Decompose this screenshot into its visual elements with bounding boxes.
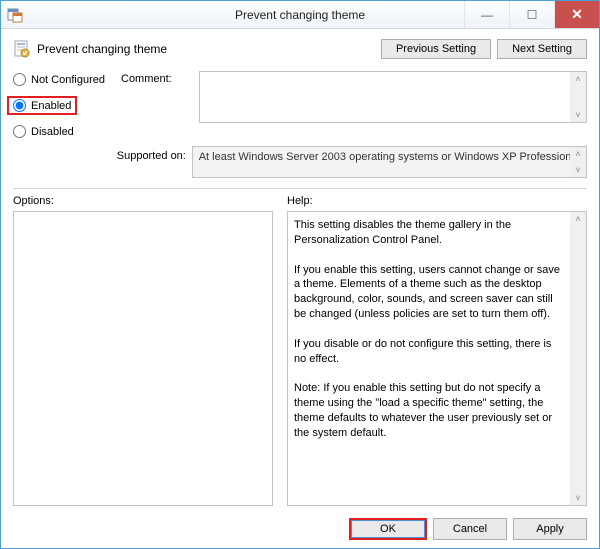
radio-not-configured[interactable]: Not Configured xyxy=(13,73,121,86)
options-label: Options: xyxy=(13,195,273,207)
supported-row: Supported on: At least Windows Server 20… xyxy=(13,146,587,178)
radio-disabled-input[interactable] xyxy=(13,125,26,138)
nav-buttons: Previous Setting Next Setting xyxy=(381,39,587,59)
supported-box: At least Windows Server 2003 operating s… xyxy=(192,146,587,178)
panels-row: Options: Help: This setting disables the… xyxy=(13,195,587,506)
config-row: Not Configured Enabled Disabled Comment: xyxy=(13,71,587,138)
policy-icon xyxy=(13,40,31,58)
policy-title: Prevent changing theme xyxy=(37,42,167,56)
radio-label: Disabled xyxy=(31,126,74,138)
ok-button[interactable]: OK xyxy=(351,520,425,538)
comment-field-wrap: ˄˅ xyxy=(199,71,587,123)
options-box[interactable] xyxy=(13,211,273,506)
radio-not-configured-input[interactable] xyxy=(13,73,26,86)
divider xyxy=(13,188,587,189)
help-column: Help: This setting disables the theme ga… xyxy=(287,195,587,506)
radio-enabled[interactable]: Enabled xyxy=(13,99,71,112)
highlight-ok: OK xyxy=(349,518,427,540)
previous-setting-button[interactable]: Previous Setting xyxy=(381,39,491,59)
comment-field[interactable] xyxy=(200,72,586,122)
options-column: Options: xyxy=(13,195,273,506)
help-box: This setting disables the theme gallery … xyxy=(287,211,587,506)
supported-label: Supported on: xyxy=(117,146,192,178)
apply-button[interactable]: Apply xyxy=(513,518,587,540)
supported-text: At least Windows Server 2003 operating s… xyxy=(193,147,586,177)
content: Prevent changing theme Previous Setting … xyxy=(1,29,599,548)
highlight-enabled: Enabled xyxy=(7,96,77,115)
dialog-window: Prevent changing theme — ☐ ✕ Prevent cha… xyxy=(0,0,600,549)
maximize-button[interactable]: ☐ xyxy=(509,1,554,28)
comment-label: Comment: xyxy=(121,71,199,138)
cancel-button[interactable]: Cancel xyxy=(433,518,507,540)
close-button[interactable]: ✕ xyxy=(554,1,599,28)
window-title: Prevent changing theme xyxy=(235,8,365,22)
next-setting-button[interactable]: Next Setting xyxy=(497,39,587,59)
help-text: This setting disables the theme gallery … xyxy=(288,212,586,447)
radio-label: Enabled xyxy=(31,100,71,112)
help-label: Help: xyxy=(287,195,587,207)
scrollbar[interactable]: ˄˅ xyxy=(570,147,586,177)
scrollbar[interactable]: ˄˅ xyxy=(570,72,586,122)
footer: OK Cancel Apply xyxy=(13,512,587,540)
radio-label: Not Configured xyxy=(31,74,105,86)
header-row: Prevent changing theme Previous Setting … xyxy=(13,39,587,59)
minimize-button[interactable]: — xyxy=(464,1,509,28)
window-icon xyxy=(7,7,23,23)
comment-block: Comment: ˄˅ xyxy=(121,71,587,138)
radio-disabled[interactable]: Disabled xyxy=(13,125,121,138)
scrollbar[interactable]: ˄˅ xyxy=(570,212,586,505)
window-controls: — ☐ ✕ xyxy=(464,1,599,28)
titlebar[interactable]: Prevent changing theme — ☐ ✕ xyxy=(1,1,599,29)
radio-enabled-input[interactable] xyxy=(13,99,26,112)
state-radios: Not Configured Enabled Disabled xyxy=(13,71,121,138)
